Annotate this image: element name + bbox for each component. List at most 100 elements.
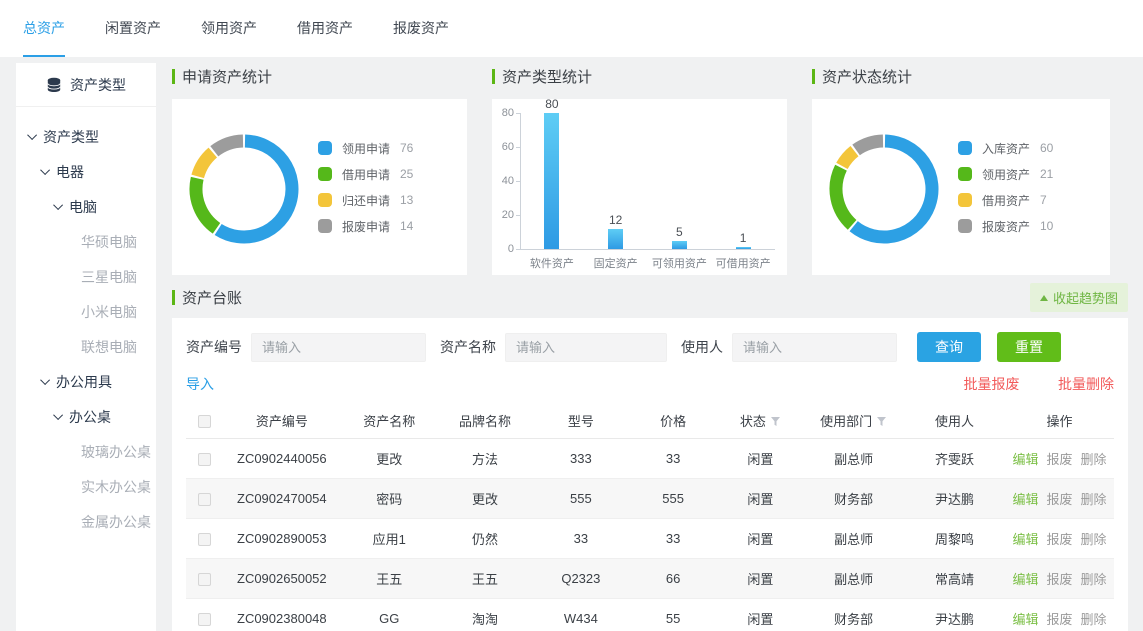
tab-3[interactable]: 领用资产	[201, 0, 257, 57]
asset-table: 资产编号资产名称品牌名称型号价格状态使用部门使用人操作 ZC0902440056…	[186, 404, 1114, 631]
tree-item[interactable]: 电脑	[16, 189, 156, 224]
table-cell: 33	[629, 518, 718, 558]
table-cell: ZC0902650052	[222, 558, 341, 598]
table-row: ZC0902440056更改方法33333闲置副总师齐雯跃编辑报废删除	[186, 438, 1114, 478]
batch-links: 批量报废 批量删除	[930, 374, 1114, 394]
edit-link[interactable]: 编辑	[1012, 612, 1038, 627]
scrap-link[interactable]: 报废	[1046, 532, 1072, 547]
table-cell: 周黎鸣	[904, 518, 1005, 558]
tree-item-label: 联想电脑	[81, 337, 137, 357]
database-icon	[46, 77, 62, 93]
tree-item[interactable]: 资产类型	[16, 119, 156, 154]
tree-item[interactable]: 小米电脑	[16, 294, 156, 329]
sidebar: 资产类型 资产类型电器电脑华硕电脑三星电脑小米电脑联想电脑办公用具办公桌玻璃办公…	[16, 63, 156, 631]
sidebar-title: 资产类型	[70, 75, 126, 95]
links-row: 导入 批量报废 批量删除	[186, 374, 1114, 394]
tab-4[interactable]: 借用资产	[297, 0, 353, 57]
row-checkbox[interactable]	[198, 453, 211, 466]
edit-link[interactable]: 编辑	[1012, 572, 1038, 587]
delete-link[interactable]: 删除	[1080, 572, 1106, 587]
y-tick	[516, 147, 520, 148]
edit-link[interactable]: 编辑	[1012, 492, 1038, 507]
tree-item[interactable]: 华硕电脑	[16, 224, 156, 259]
tree-item-label: 实木办公桌	[81, 477, 151, 497]
legend-item[interactable]: 报废资产10	[958, 213, 1108, 239]
reset-button[interactable]: 重置	[997, 332, 1061, 362]
tree-item[interactable]: 办公桌	[16, 399, 156, 434]
tree-item[interactable]: 三星电脑	[16, 259, 156, 294]
tree-item[interactable]: 办公用具	[16, 364, 156, 399]
column-header: 价格	[629, 404, 718, 438]
import-link[interactable]: 导入	[186, 374, 214, 394]
title-accent-bar	[172, 290, 175, 305]
chevron-down-icon	[40, 375, 50, 385]
query-button[interactable]: 查询	[917, 332, 981, 362]
legend-value: 76	[400, 141, 413, 155]
legend-item[interactable]: 报废申请14	[318, 213, 468, 239]
row-actions: 编辑报废删除	[1005, 598, 1114, 631]
chart-legend: 领用申请 76 借用申请25归还申请13报废申请14	[318, 135, 468, 239]
table-header-row: 资产编号资产名称品牌名称型号价格状态使用部门使用人操作	[186, 404, 1114, 438]
edit-link[interactable]: 编辑	[1012, 532, 1038, 547]
tree-item[interactable]: 金属办公桌	[16, 504, 156, 539]
section-title: 申请资产统计	[172, 66, 467, 87]
legend-value: 14	[400, 219, 413, 233]
tab-5[interactable]: 报废资产	[393, 0, 449, 57]
table-cell: 555	[533, 478, 629, 518]
legend-item[interactable]: 领用资产21	[958, 161, 1108, 187]
filter-funnel-icon[interactable]	[770, 416, 781, 427]
scrap-link[interactable]: 报废	[1046, 492, 1072, 507]
table-cell: 更改	[437, 478, 533, 518]
batch-delete-link[interactable]: 批量删除	[1058, 376, 1114, 392]
legend-label: 入库资产	[982, 140, 1030, 157]
delete-link[interactable]: 删除	[1080, 492, 1106, 507]
row-checkbox[interactable]	[198, 493, 211, 506]
collapse-trend-button[interactable]: 收起趋势图	[1030, 283, 1128, 312]
y-tick-label: 60	[492, 141, 514, 153]
legend-chip	[958, 219, 972, 233]
legend-item[interactable]: 借用申请25	[318, 161, 468, 187]
table-cell: 55	[629, 598, 718, 631]
sidebar-header: 资产类型	[16, 63, 156, 107]
scrap-link[interactable]: 报废	[1046, 612, 1072, 627]
x-category-label: 可借用资产	[708, 255, 778, 271]
x-category-label: 固定资产	[581, 255, 651, 271]
column-header-label: 价格	[660, 414, 686, 429]
legend-item[interactable]: 领用申请 76	[318, 135, 468, 161]
tree-item[interactable]: 玻璃办公桌	[16, 434, 156, 469]
donut-segment	[836, 168, 852, 225]
column-header-label: 操作	[1046, 414, 1072, 429]
row-checkbox[interactable]	[198, 533, 211, 546]
triangle-up-icon	[1040, 295, 1048, 301]
tree-item[interactable]: 实木办公桌	[16, 469, 156, 504]
tab-1[interactable]: 总资产	[23, 0, 65, 57]
delete-link[interactable]: 删除	[1080, 532, 1106, 547]
legend-value: 7	[1040, 193, 1047, 207]
filter-funnel-icon[interactable]	[876, 416, 887, 427]
legend-value: 60	[1040, 141, 1053, 155]
filter-input-1[interactable]	[251, 333, 426, 362]
tree-item[interactable]: 电器	[16, 154, 156, 189]
delete-link[interactable]: 删除	[1080, 612, 1106, 627]
tab-bar: 总资产闲置资产领用资产借用资产报废资产	[0, 0, 1143, 57]
legend-item[interactable]: 借用资产7	[958, 187, 1108, 213]
filter-input-2[interactable]	[505, 333, 667, 362]
row-checkbox[interactable]	[198, 573, 211, 586]
legend-item[interactable]: 入库资产 60	[958, 135, 1108, 161]
edit-link[interactable]: 编辑	[1012, 452, 1038, 467]
apply-stats-donut-panel: 领用申请 76 借用申请25归还申请13报废申请14	[172, 99, 467, 275]
legend-item[interactable]: 归还申请13	[318, 187, 468, 213]
batch-scrap-link[interactable]: 批量报废	[964, 376, 1020, 392]
row-checkbox[interactable]	[198, 613, 211, 626]
tree-item[interactable]: 联想电脑	[16, 329, 156, 364]
scrap-link[interactable]: 报废	[1046, 572, 1072, 587]
legend-label: 领用申请	[342, 140, 390, 157]
filter-group: 资产编号	[186, 333, 426, 362]
scrap-link[interactable]: 报废	[1046, 452, 1072, 467]
filter-input-3[interactable]	[732, 333, 897, 362]
delete-link[interactable]: 删除	[1080, 452, 1106, 467]
section-title: 资产类型统计	[492, 66, 787, 87]
select-all-checkbox[interactable]	[198, 415, 211, 428]
table-cell: GG	[341, 598, 437, 631]
tab-2[interactable]: 闲置资产	[105, 0, 161, 57]
